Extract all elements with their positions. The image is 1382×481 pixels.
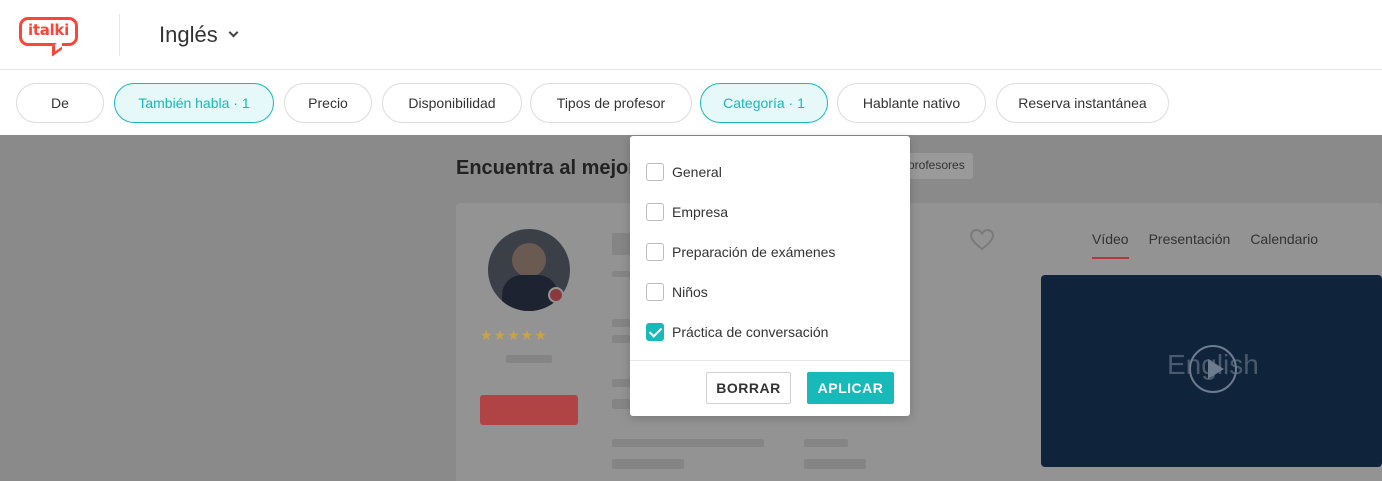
checkbox-kids[interactable] <box>646 283 664 301</box>
option-general[interactable]: General <box>646 162 722 182</box>
filter-from[interactable]: De <box>16 83 104 123</box>
checkbox-general[interactable] <box>646 163 664 181</box>
checkbox-business[interactable] <box>646 203 664 221</box>
filter-native-speaker[interactable]: Hablante nativo <box>837 83 986 123</box>
lessons-count-blur <box>506 355 552 363</box>
option-test-prep-label: Preparación de exámenes <box>672 244 836 260</box>
option-conversation-practice[interactable]: Práctica de conversación <box>646 322 828 342</box>
avatar-face <box>512 243 546 277</box>
italki-logo[interactable]: italki <box>19 17 80 57</box>
video-player: English <box>1041 275 1382 467</box>
filter-availability[interactable]: Disponibilidad <box>382 83 522 123</box>
price-label-blur-1 <box>612 439 764 447</box>
option-general-label: General <box>672 164 722 180</box>
media-tabs: Vídeo Presentación Calendario <box>1092 231 1318 259</box>
price-value-blur-1 <box>612 459 684 469</box>
tab-video: Vídeo <box>1092 231 1129 259</box>
teacher-count-chip: profesores <box>900 153 973 179</box>
top-bar: italki Inglés <box>0 0 1382 70</box>
clear-button[interactable]: BORRAR <box>706 372 791 404</box>
option-kids[interactable]: Niños <box>646 282 708 302</box>
option-business-label: Empresa <box>672 204 729 220</box>
rating-stars-icon: ★★★★★ <box>480 327 548 343</box>
teacher-info-blur-4 <box>612 379 632 387</box>
chevron-down-icon <box>228 27 239 38</box>
teacher-info-blur-2 <box>612 319 632 327</box>
option-business[interactable]: Empresa <box>646 202 728 222</box>
checkbox-test-prep[interactable] <box>646 243 664 261</box>
filter-also-speaks[interactable]: También habla · 1 <box>114 83 274 123</box>
option-conversation-practice-label: Práctica de conversación <box>672 324 829 340</box>
category-dropdown: General Empresa Preparación de exámenes … <box>630 136 910 416</box>
teacher-name-blur <box>612 233 632 255</box>
dropdown-divider <box>630 360 910 361</box>
logo-text: italki <box>28 21 69 39</box>
heart-icon <box>970 229 994 251</box>
option-test-prep[interactable]: Preparación de exámenes <box>646 242 835 262</box>
teacher-info-blur-5 <box>612 399 632 409</box>
filter-bar: De También habla · 1 Precio Disponibilid… <box>0 71 1382 135</box>
filter-price[interactable]: Precio <box>284 83 372 123</box>
language-selector[interactable]: Inglés <box>159 22 239 48</box>
price-value-blur-2 <box>804 459 866 469</box>
header-divider <box>119 14 120 56</box>
filter-instant-booking[interactable]: Reserva instantánea <box>996 83 1169 123</box>
teacher-card: ★★★★★ Vídeo Presentación Calendario Engl… <box>456 203 1382 481</box>
filter-teacher-type[interactable]: Tipos de profesor <box>530 83 692 123</box>
option-kids-label: Niños <box>672 284 708 300</box>
language-label: Inglés <box>159 22 218 47</box>
teacher-info-blur-1 <box>612 271 630 277</box>
price-label-blur-2 <box>804 439 848 447</box>
page-heading: Encuentra al mejor <box>456 157 637 179</box>
checkbox-conversation-practice[interactable] <box>646 323 664 341</box>
tab-presentation: Presentación <box>1148 231 1231 247</box>
online-status-dot <box>548 287 564 303</box>
book-button <box>480 395 578 425</box>
teacher-info-blur-3 <box>612 335 630 343</box>
play-icon <box>1189 345 1237 393</box>
tab-calendar: Calendario <box>1250 231 1319 247</box>
filter-category[interactable]: Categoría · 1 <box>700 83 828 123</box>
apply-button[interactable]: APLICAR <box>807 372 894 404</box>
